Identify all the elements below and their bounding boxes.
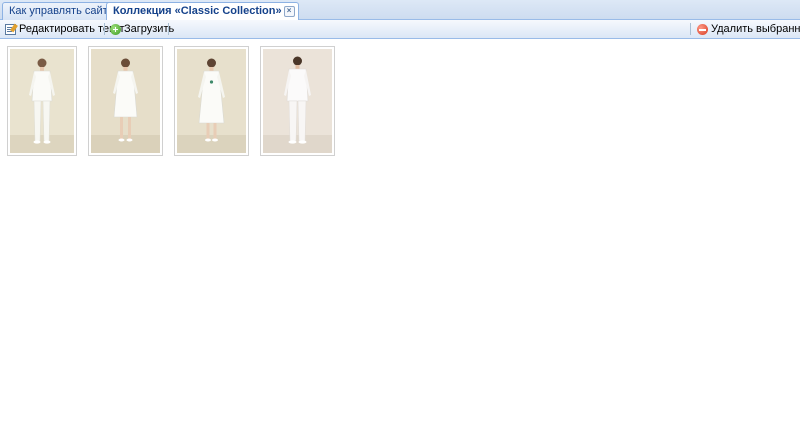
delete-selected-button[interactable]: Удалить выбранные	[694, 21, 800, 37]
tab-classic-collection[interactable]: Коллекция «Classic Collection» ×	[106, 2, 299, 21]
upload-label: Загрузить	[124, 23, 175, 35]
thumbnail-list	[7, 46, 335, 156]
gallery-thumbnail[interactable]	[174, 46, 249, 156]
toolbar-separator	[168, 23, 169, 35]
gallery-thumbnail[interactable]	[260, 46, 335, 156]
toolbar-separator	[690, 23, 691, 35]
delete-selected-label: Удалить выбранные	[711, 23, 800, 35]
toolbar-separator	[104, 23, 105, 35]
gallery-thumbnail[interactable]	[88, 46, 163, 156]
tab-label: Как управлять сайтом	[9, 5, 122, 17]
toolbar: Редактировать текст Загрузить Удалить вы…	[0, 20, 800, 39]
tab-label: Коллекция «Classic Collection»	[113, 5, 282, 17]
photo-woman-dress-icon	[91, 49, 160, 153]
close-icon[interactable]: ×	[283, 6, 295, 17]
gallery-thumbnail[interactable]	[7, 46, 77, 156]
delete-icon	[697, 23, 708, 35]
edit-icon	[5, 23, 16, 35]
tab-strip: Как управлять сайтом × Коллекция «Classi…	[0, 0, 800, 21]
add-icon	[110, 23, 121, 35]
gallery-area	[0, 39, 800, 435]
photo-woman-coat-icon	[177, 49, 246, 153]
photo-man-suit-icon	[263, 49, 332, 153]
photo-woman-pantsuit-icon	[10, 49, 74, 153]
upload-button[interactable]: Загрузить	[107, 21, 177, 37]
